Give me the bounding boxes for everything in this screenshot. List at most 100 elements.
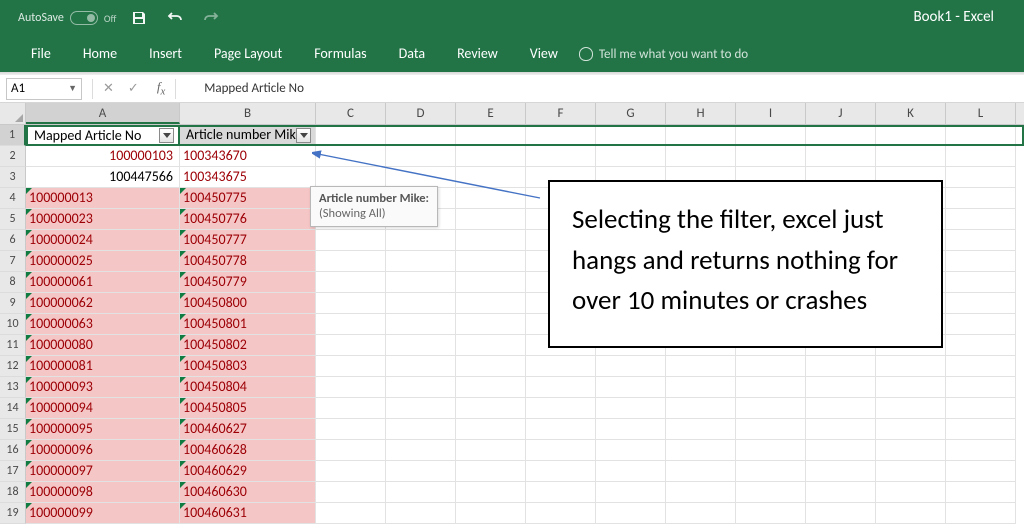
- row-header[interactable]: 2: [0, 146, 26, 167]
- cell[interactable]: [386, 272, 456, 293]
- row-header[interactable]: 19: [0, 503, 26, 524]
- cell[interactable]: [386, 503, 456, 524]
- cell[interactable]: [456, 230, 526, 251]
- row-header[interactable]: 12: [0, 356, 26, 377]
- cell[interactable]: [806, 398, 876, 419]
- cell[interactable]: [596, 419, 666, 440]
- col-header-J[interactable]: J: [806, 103, 876, 124]
- cell[interactable]: [386, 419, 456, 440]
- cell[interactable]: [316, 419, 386, 440]
- cell[interactable]: [596, 398, 666, 419]
- cell[interactable]: [666, 398, 736, 419]
- cell[interactable]: [946, 293, 1016, 314]
- autosave-toggle[interactable]: AutoSave Off: [18, 11, 116, 25]
- row-header[interactable]: 18: [0, 482, 26, 503]
- cell[interactable]: [386, 461, 456, 482]
- col-header-C[interactable]: C: [316, 103, 386, 124]
- cell[interactable]: [316, 482, 386, 503]
- cell[interactable]: [456, 461, 526, 482]
- cell[interactable]: [946, 482, 1016, 503]
- row-header[interactable]: 10: [0, 314, 26, 335]
- cell[interactable]: 100460631: [180, 503, 316, 524]
- cell[interactable]: 100000097: [26, 461, 180, 482]
- cell[interactable]: [316, 251, 386, 272]
- cell[interactable]: [456, 440, 526, 461]
- cell[interactable]: [386, 125, 456, 146]
- cell[interactable]: [386, 230, 456, 251]
- cell[interactable]: 100450779: [180, 272, 316, 293]
- cell[interactable]: [806, 461, 876, 482]
- cell[interactable]: [456, 125, 526, 146]
- cell[interactable]: [806, 125, 876, 146]
- cell[interactable]: 100460627: [180, 419, 316, 440]
- col-header-E[interactable]: E: [456, 103, 526, 124]
- tab-review[interactable]: Review: [441, 37, 514, 72]
- col-header-G[interactable]: G: [596, 103, 666, 124]
- cell[interactable]: [736, 398, 806, 419]
- cell[interactable]: [666, 440, 736, 461]
- cell[interactable]: 100000063: [26, 314, 180, 335]
- cell[interactable]: [316, 503, 386, 524]
- cell[interactable]: [386, 398, 456, 419]
- tell-me-search[interactable]: Tell me what you want to do: [579, 47, 748, 62]
- row-header[interactable]: 15: [0, 419, 26, 440]
- cell[interactable]: [736, 146, 806, 167]
- cell[interactable]: [386, 356, 456, 377]
- cell[interactable]: 100000081: [26, 356, 180, 377]
- cell[interactable]: [946, 230, 1016, 251]
- row-header[interactable]: 17: [0, 461, 26, 482]
- row-header[interactable]: 1: [0, 125, 26, 146]
- cell[interactable]: 100450775: [180, 188, 316, 209]
- cell[interactable]: [946, 377, 1016, 398]
- cell[interactable]: [526, 482, 596, 503]
- cell[interactable]: 100450802: [180, 335, 316, 356]
- cell[interactable]: [316, 335, 386, 356]
- cell[interactable]: 100000093: [26, 377, 180, 398]
- cell[interactable]: [806, 503, 876, 524]
- cell[interactable]: 100343670: [180, 146, 316, 167]
- cell[interactable]: [386, 251, 456, 272]
- cell[interactable]: [316, 230, 386, 251]
- cell[interactable]: 100450804: [180, 377, 316, 398]
- cell[interactable]: [806, 377, 876, 398]
- cell[interactable]: [806, 146, 876, 167]
- cell[interactable]: 100450778: [180, 251, 316, 272]
- tab-home[interactable]: Home: [67, 37, 133, 72]
- cell[interactable]: [316, 293, 386, 314]
- cell[interactable]: [596, 377, 666, 398]
- cell[interactable]: 100000080: [26, 335, 180, 356]
- cell-B1[interactable]: Article number Mik: [180, 125, 316, 146]
- cell[interactable]: [316, 272, 386, 293]
- cell[interactable]: [456, 272, 526, 293]
- tab-file[interactable]: File: [15, 37, 67, 72]
- cell[interactable]: 100460630: [180, 482, 316, 503]
- cell[interactable]: [806, 482, 876, 503]
- cell[interactable]: [946, 146, 1016, 167]
- col-header-I[interactable]: I: [736, 103, 806, 124]
- cell[interactable]: [666, 461, 736, 482]
- cell[interactable]: [946, 398, 1016, 419]
- cell[interactable]: 100000062: [26, 293, 180, 314]
- cell[interactable]: [526, 503, 596, 524]
- undo-button[interactable]: [162, 5, 188, 31]
- cell[interactable]: [456, 398, 526, 419]
- cell[interactable]: 100450805: [180, 398, 316, 419]
- cell[interactable]: [456, 482, 526, 503]
- col-header-K[interactable]: K: [876, 103, 946, 124]
- cell[interactable]: 100000095: [26, 419, 180, 440]
- cell[interactable]: [456, 209, 526, 230]
- cell[interactable]: [946, 167, 1016, 188]
- cell[interactable]: [946, 419, 1016, 440]
- cell[interactable]: [736, 503, 806, 524]
- cell[interactable]: [526, 440, 596, 461]
- filter-button-A[interactable]: [159, 128, 174, 143]
- row-header[interactable]: 6: [0, 230, 26, 251]
- cell[interactable]: [876, 461, 946, 482]
- cell[interactable]: [526, 125, 596, 146]
- cell[interactable]: 100000094: [26, 398, 180, 419]
- select-all-corner[interactable]: [0, 103, 26, 124]
- cell[interactable]: [806, 356, 876, 377]
- cell[interactable]: [946, 272, 1016, 293]
- formula-content[interactable]: Mapped Article No: [204, 81, 304, 96]
- cell[interactable]: [946, 335, 1016, 356]
